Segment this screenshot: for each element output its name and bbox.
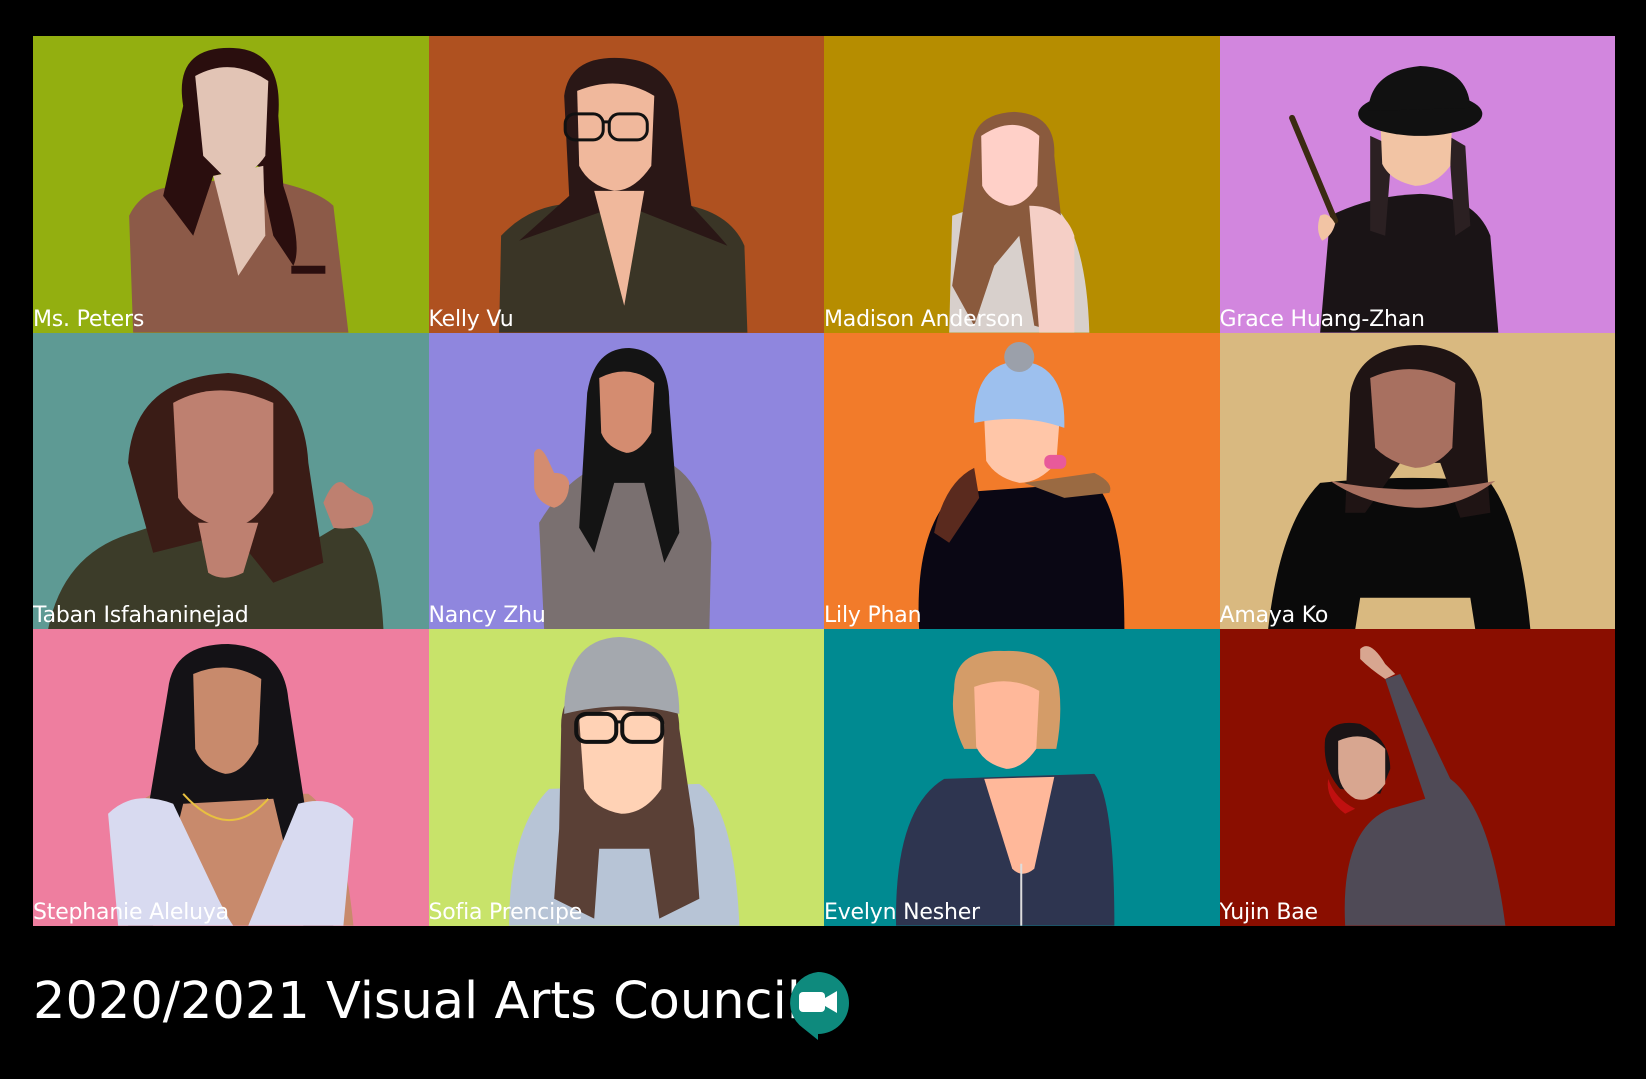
participant-name: Nancy Zhu bbox=[428, 603, 546, 629]
meeting-title: 2020/2021 Visual Arts Council bbox=[33, 972, 801, 1031]
participant-tile[interactable]: Kelly Vu bbox=[428, 36, 824, 333]
participant-name: Madison Anderson bbox=[824, 306, 1024, 332]
participant-tile[interactable]: Sofia Prencipe bbox=[428, 629, 824, 926]
participant-avatar bbox=[508, 637, 739, 926]
participant-avatar bbox=[129, 47, 349, 333]
participant-tile[interactable]: Ms. Peters bbox=[33, 36, 429, 333]
participant-avatar bbox=[896, 651, 1115, 926]
participant-name: Ms. Peters bbox=[33, 306, 145, 332]
participant-tile[interactable]: Stephanie Aleluya bbox=[33, 629, 429, 926]
participant-tile[interactable]: Grace Huang-Zhan bbox=[1219, 36, 1615, 333]
participant-name: Lily Phan bbox=[824, 603, 922, 629]
participant-avatar bbox=[1324, 646, 1505, 926]
video-call-screen: Ms. Peters Kelly Vu Madison Anderson Gra… bbox=[0, 0, 1646, 1079]
participant-name: Taban Isfahaninejad bbox=[33, 603, 249, 629]
participant-avatar bbox=[949, 111, 1090, 333]
participant-name: Yujin Bae bbox=[1219, 899, 1319, 925]
participant-tile[interactable]: Madison Anderson bbox=[824, 36, 1220, 333]
participant-tile[interactable]: Lily Phan bbox=[824, 332, 1220, 630]
participant-name: Evelyn Nesher bbox=[824, 899, 980, 925]
participant-name: Stephanie Aleluya bbox=[33, 899, 229, 925]
participant-avatar bbox=[1267, 344, 1530, 630]
participant-grid: Ms. Peters Kelly Vu Madison Anderson Gra… bbox=[33, 36, 1615, 926]
participant-tile[interactable]: Evelyn Nesher bbox=[824, 629, 1220, 926]
participant-name: Amaya Ko bbox=[1219, 603, 1329, 629]
participant-name: Kelly Vu bbox=[428, 306, 514, 332]
participant-name: Sofia Prencipe bbox=[428, 899, 583, 925]
participant-avatar bbox=[48, 372, 384, 630]
participant-tile[interactable]: Yujin Bae bbox=[1219, 629, 1615, 926]
participant-avatar bbox=[1288, 65, 1498, 333]
participant-avatar bbox=[108, 644, 354, 926]
participant-avatar bbox=[498, 57, 747, 333]
participant-name: Grace Huang-Zhan bbox=[1219, 306, 1425, 332]
participant-tile[interactable]: Taban Isfahaninejad bbox=[33, 332, 429, 630]
participant-avatar bbox=[918, 341, 1125, 630]
participant-tile[interactable]: Nancy Zhu bbox=[428, 332, 824, 630]
participant-avatar bbox=[533, 347, 711, 630]
google-meet-icon bbox=[785, 970, 851, 1042]
participant-tile[interactable]: Amaya Ko bbox=[1219, 332, 1615, 630]
